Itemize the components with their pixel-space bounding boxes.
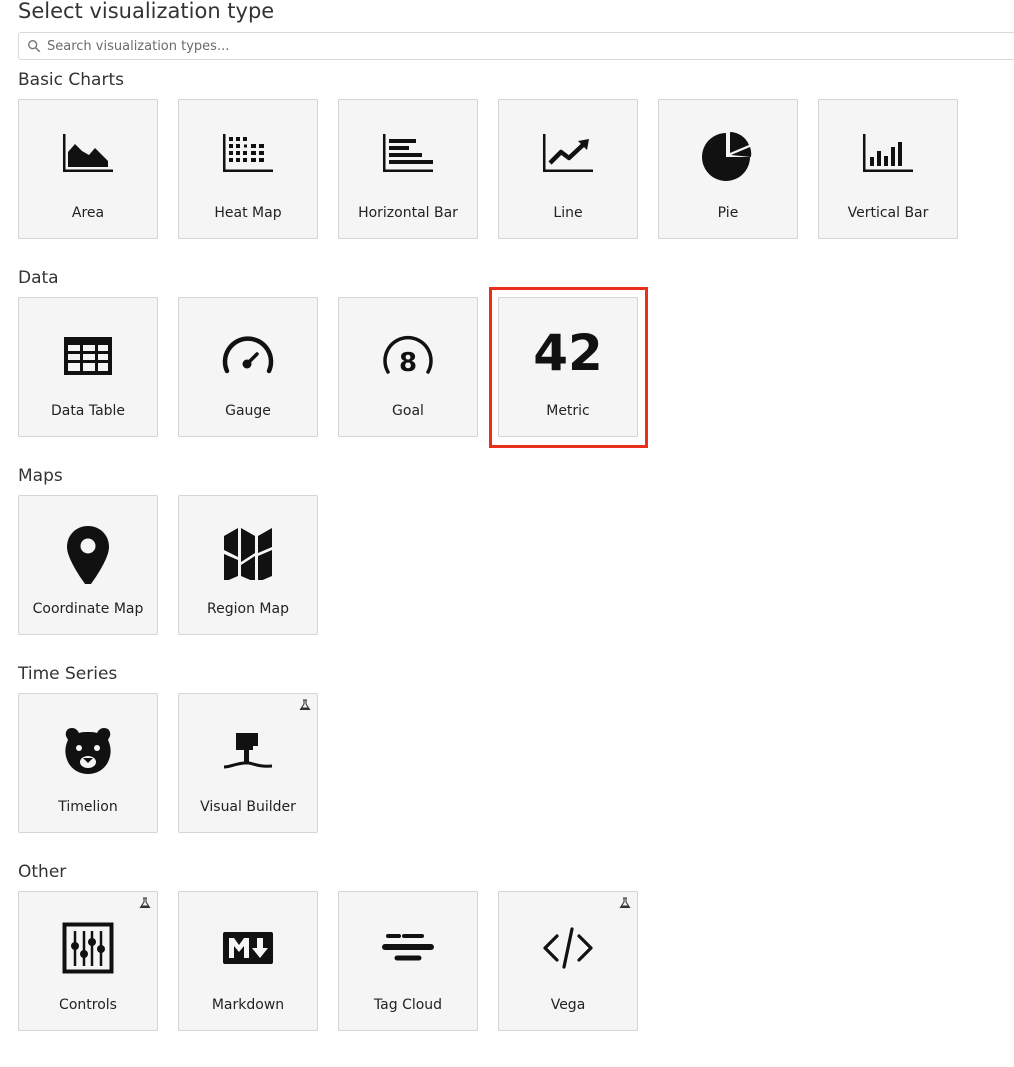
gauge-icon (222, 336, 274, 374)
vis-card-pie[interactable]: Pie (658, 99, 798, 239)
card-label: Heat Map (214, 205, 282, 221)
card-label: Timelion (58, 799, 118, 815)
region-map-icon (224, 528, 272, 580)
table-icon (64, 337, 112, 375)
controls-icon (62, 922, 114, 974)
category-title-other: Other (18, 862, 67, 882)
vis-card-metric[interactable]: 42 Metric (498, 297, 638, 437)
vis-card-visual-builder[interactable]: Visual Builder (178, 693, 318, 833)
metric-icon: 42 (533, 324, 603, 382)
card-label: Pie (717, 205, 739, 221)
card-label: Area (71, 205, 105, 221)
flask-icon (619, 897, 631, 909)
vis-card-timelion[interactable]: Timelion (18, 693, 158, 833)
search-input[interactable] (47, 35, 987, 57)
vis-card-line[interactable]: Line (498, 99, 638, 239)
timelion-icon (65, 728, 111, 774)
category-title-basic-charts: Basic Charts (18, 70, 124, 90)
vis-card-region-map[interactable]: Region Map (178, 495, 318, 635)
heat-map-icon (223, 134, 273, 172)
map-pin-icon (67, 526, 109, 584)
card-label: Visual Builder (200, 799, 296, 815)
search-box[interactable] (18, 32, 1014, 60)
card-label: Vertical Bar (847, 205, 929, 221)
category-title-maps: Maps (18, 466, 63, 486)
pie-chart-icon (702, 132, 752, 181)
vis-card-markdown[interactable]: Markdown (178, 891, 318, 1031)
card-label: Gauge (225, 403, 271, 419)
vis-card-data-table[interactable]: Data Table (18, 297, 158, 437)
svg-text:8: 8 (399, 348, 417, 378)
vertical-bar-icon (863, 134, 913, 172)
vis-card-gauge[interactable]: Gauge (178, 297, 318, 437)
code-icon (543, 927, 593, 969)
vis-card-vega[interactable]: Vega (498, 891, 638, 1031)
card-label: Horizontal Bar (358, 205, 458, 221)
flask-icon (139, 897, 151, 909)
vis-card-controls[interactable]: Controls (18, 891, 158, 1031)
vis-card-area[interactable]: Area (18, 99, 158, 239)
horizontal-bar-icon (383, 134, 433, 172)
page-title: Select visualization type (18, 0, 275, 23)
vis-card-tag-cloud[interactable]: Tag Cloud (338, 891, 478, 1031)
category-title-data: Data (18, 268, 59, 288)
vis-card-vertical-bar[interactable]: Vertical Bar (818, 99, 958, 239)
category-title-time-series: Time Series (18, 664, 118, 684)
line-chart-icon (543, 134, 593, 172)
flask-icon (299, 699, 311, 711)
vis-card-horizontal-bar[interactable]: Horizontal Bar (338, 99, 478, 239)
search-icon (28, 40, 41, 53)
card-label: Goal (392, 403, 424, 419)
vis-card-goal[interactable]: 8 Goal (338, 297, 478, 437)
card-label: Metric (546, 403, 590, 419)
card-label: Controls (59, 997, 117, 1013)
goal-icon: 8 (383, 335, 433, 378)
card-label: Markdown (211, 997, 285, 1013)
card-label: Vega (550, 997, 586, 1013)
tag-cloud-icon (382, 934, 434, 961)
visual-builder-icon (223, 733, 273, 769)
card-label: Line (553, 205, 583, 221)
area-chart-icon (63, 134, 113, 172)
vis-card-coordinate-map[interactable]: Coordinate Map (18, 495, 158, 635)
card-label: Coordinate Map (32, 601, 144, 617)
card-label: Data Table (50, 403, 126, 419)
markdown-icon (223, 932, 273, 964)
vis-card-heat-map[interactable]: Heat Map (178, 99, 318, 239)
card-label: Region Map (207, 601, 289, 617)
card-label: Tag Cloud (373, 997, 443, 1013)
